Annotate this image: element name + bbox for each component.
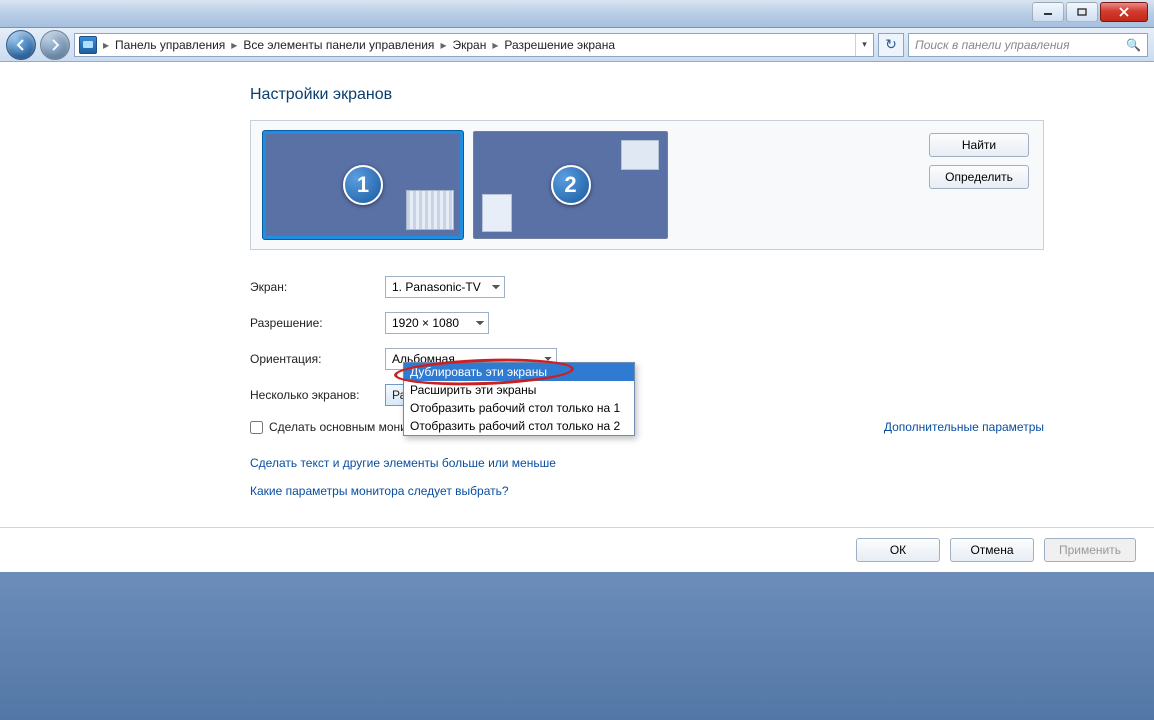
forward-button[interactable] xyxy=(40,30,70,60)
navigation-bar: ▸ Панель управления ▸ Все элементы панел… xyxy=(0,28,1154,62)
resolution-label: Разрешение: xyxy=(250,316,385,330)
screen-label: Экран: xyxy=(250,280,385,294)
monitor-1[interactable]: 1 xyxy=(263,131,463,239)
page-title: Настройки экранов xyxy=(250,86,1044,104)
window-titlebar xyxy=(0,0,1154,28)
minimize-button[interactable] xyxy=(1032,2,1064,22)
multi-display-label: Несколько экранов: xyxy=(250,388,385,402)
monitor-doc-icon xyxy=(482,194,512,232)
find-button[interactable]: Найти xyxy=(929,133,1029,157)
chevron-right-icon: ▸ xyxy=(101,38,111,52)
identify-button[interactable]: Определить xyxy=(929,165,1029,189)
monitor-badge-icon xyxy=(406,190,454,230)
monitor-number: 2 xyxy=(551,165,591,205)
monitor-preview-pane: 1 2 Найти Определить xyxy=(250,120,1044,250)
refresh-button[interactable]: ↻ xyxy=(878,33,904,57)
monitor-help-link[interactable]: Какие параметры монитора следует выбрать… xyxy=(250,484,1044,498)
multi-display-dropdown: Дублировать эти экраны Расширить эти экр… xyxy=(403,362,635,436)
make-primary-checkbox[interactable] xyxy=(250,421,263,434)
dropdown-option[interactable]: Дублировать эти экраны xyxy=(404,363,634,381)
control-panel-icon xyxy=(79,36,97,54)
chevron-right-icon: ▸ xyxy=(438,38,448,52)
search-icon: 🔍 xyxy=(1126,38,1141,52)
resolution-select[interactable]: 1920 × 1080 xyxy=(385,312,489,334)
content-area: Настройки экранов 1 2 Найти Определить Э… xyxy=(0,62,1154,572)
breadcrumb-item[interactable]: Панель управления xyxy=(111,38,229,52)
address-dropdown[interactable]: ▾ xyxy=(855,34,873,56)
breadcrumb-item[interactable]: Разрешение экрана xyxy=(500,38,619,52)
screen-select[interactable]: 1. Panasonic-TV xyxy=(385,276,505,298)
back-button[interactable] xyxy=(6,30,36,60)
advanced-settings-link[interactable]: Дополнительные параметры xyxy=(884,420,1044,434)
search-placeholder: Поиск в панели управления xyxy=(915,38,1070,52)
chevron-right-icon: ▸ xyxy=(229,38,239,52)
dropdown-option[interactable]: Отобразить рабочий стол только на 1 xyxy=(404,399,634,417)
text-size-link[interactable]: Сделать текст и другие элементы больше и… xyxy=(250,456,1044,470)
address-bar[interactable]: ▸ Панель управления ▸ Все элементы панел… xyxy=(74,33,874,57)
display-settings-form: Экран: 1. Panasonic-TV Разрешение: 1920 … xyxy=(250,276,1044,498)
dialog-button-bar: ОК Отмена Применить xyxy=(0,527,1154,572)
chevron-right-icon: ▸ xyxy=(490,38,500,52)
monitor-2[interactable]: 2 xyxy=(473,131,668,239)
dropdown-option[interactable]: Отобразить рабочий стол только на 2 xyxy=(404,417,634,435)
search-input[interactable]: Поиск в панели управления 🔍 xyxy=(908,33,1148,57)
maximize-button[interactable] xyxy=(1066,2,1098,22)
apply-button[interactable]: Применить xyxy=(1044,538,1136,562)
cancel-button[interactable]: Отмена xyxy=(950,538,1034,562)
breadcrumb-item[interactable]: Все элементы панели управления xyxy=(239,38,438,52)
window-border-gap xyxy=(0,572,1154,720)
monitor-window-icon xyxy=(621,140,659,170)
orientation-label: Ориентация: xyxy=(250,352,385,366)
breadcrumb-item[interactable]: Экран xyxy=(448,38,490,52)
monitor-number: 1 xyxy=(343,165,383,205)
close-button[interactable] xyxy=(1100,2,1148,22)
ok-button[interactable]: ОК xyxy=(856,538,940,562)
dropdown-option[interactable]: Расширить эти экраны xyxy=(404,381,634,399)
